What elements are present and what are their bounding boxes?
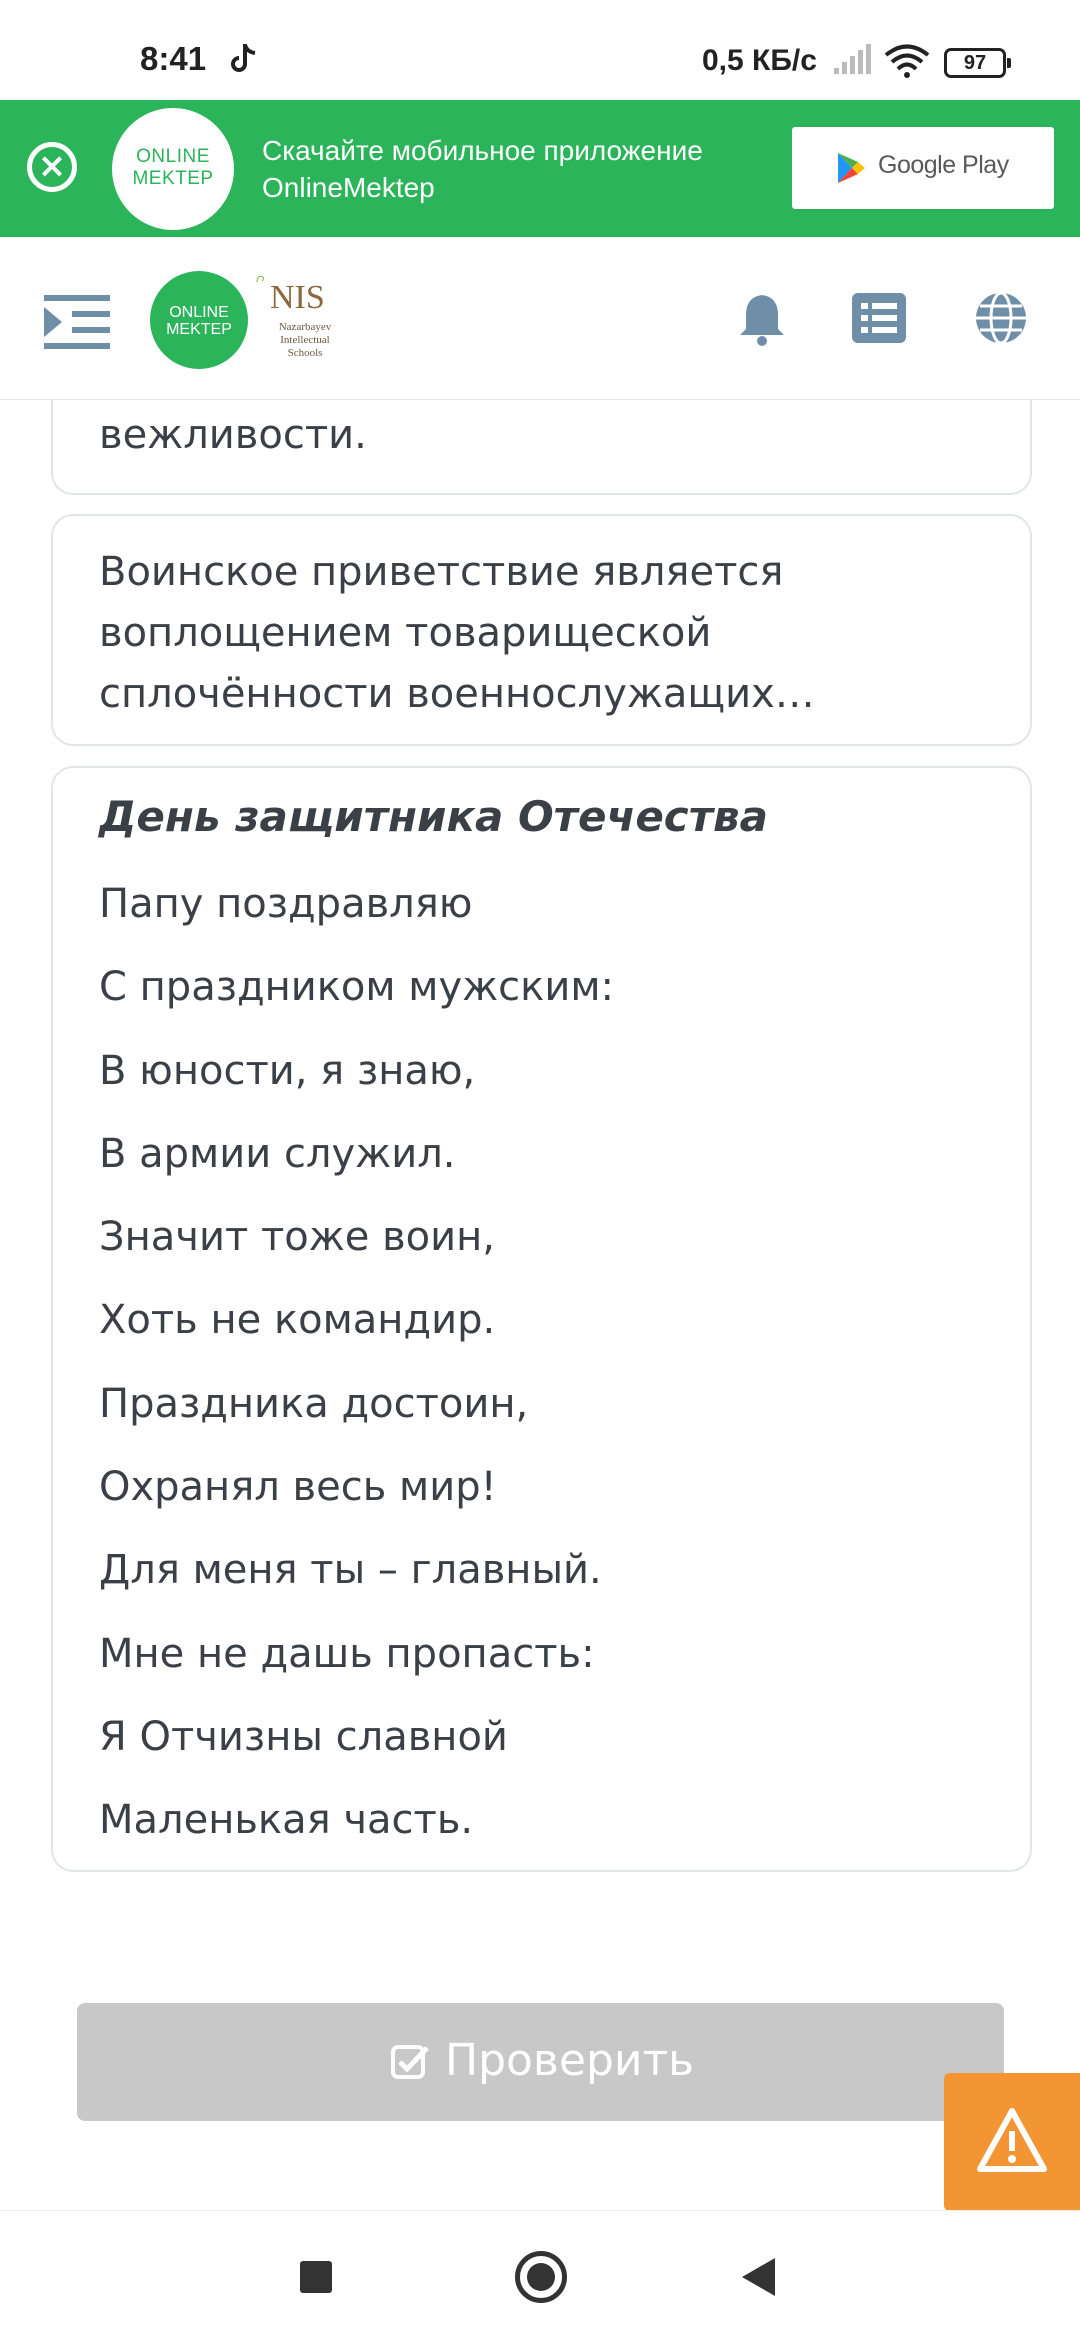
onlinemektep-logo: ONLINE MEKTEP — [112, 108, 234, 230]
banner-text: Скачайте мобильное приложение OnlineMekt… — [262, 135, 703, 203]
check-button-label: Проверить — [445, 2035, 695, 2086]
back-icon[interactable] — [742, 2258, 775, 2296]
google-play-icon — [838, 153, 865, 183]
report-problem-button[interactable] — [944, 2073, 1080, 2211]
globe-icon[interactable] — [974, 291, 1028, 345]
nis-subtitle: Nazarbayev Intellectual Schools — [278, 321, 332, 359]
answer-card[interactable]: … вежливости. — [51, 400, 1032, 495]
poem-line: Мне не дашь пропасть: — [99, 1630, 595, 1677]
poem-line: С праздником мужским: — [99, 964, 614, 1011]
signal-icon — [834, 44, 871, 74]
status-bar: 8:41 0,5 КБ/с 97 — [0, 0, 1080, 100]
poem-line: Папу поздравляю — [99, 881, 473, 927]
close-icon[interactable]: × — [27, 142, 77, 192]
answer-card[interactable]: Воинское приветствие является воплощение… — [51, 514, 1032, 746]
poem-line: Хоть не командир. — [99, 1297, 496, 1344]
poem-line: Охранял весь мир! — [99, 1464, 497, 1511]
battery-icon: 97 — [944, 48, 1011, 78]
logo-line1: ONLINE — [169, 304, 229, 321]
network-speed: 0,5 КБ/с — [702, 44, 817, 77]
logo-line2: MEKTEP — [132, 168, 214, 189]
bell-icon[interactable] — [736, 291, 788, 347]
poem-line: Маленькая часть. — [99, 1797, 474, 1844]
app-install-banner: × ONLINE MEKTEP Скачайте мобильное прило… — [0, 100, 1080, 237]
poem-title: День защитника Отечества — [99, 792, 768, 841]
poem-line: Праздника достоин, — [99, 1380, 529, 1427]
card-text: вежливости. — [99, 412, 367, 458]
poem-card[interactable]: День защитника Отечества Папу поздравляю… — [51, 766, 1032, 1872]
onlinemektep-logo[interactable]: ONLINE MEKTEP — [150, 271, 248, 369]
card-text: Воинское приветствие является воплощение… — [99, 549, 815, 717]
logo-line1: ONLINE — [136, 146, 210, 167]
google-play-label: Google Play — [878, 151, 1009, 179]
home-icon[interactable] — [515, 2251, 567, 2303]
content-area: … вежливости. Воинское приветствие являе… — [0, 400, 1080, 2210]
poem-line: В армии служил. — [99, 1130, 456, 1177]
wifi-icon — [884, 44, 930, 78]
status-time: 8:41 — [140, 40, 207, 77]
tiktok-icon — [231, 44, 256, 72]
google-play-button[interactable]: Google Play — [792, 127, 1054, 209]
checkbox-icon — [391, 2045, 429, 2079]
system-nav-bar — [0, 2210, 1080, 2340]
poem-line: В юности, я знаю, — [99, 1047, 476, 1094]
poem-lines: Папу поздравляю С праздником мужским: В … — [99, 874, 614, 1874]
recent-apps-icon[interactable] — [300, 2261, 332, 2293]
poem-line: Значит тоже воин, — [99, 1214, 495, 1261]
list-icon[interactable] — [852, 293, 906, 343]
site-header: ONLINE MEKTEP NIS Nazarbayev Intellectua… — [0, 237, 1080, 400]
menu-icon[interactable] — [42, 287, 112, 357]
poem-line: Для меня ты – главный. — [99, 1547, 602, 1594]
warning-icon — [977, 2108, 1047, 2172]
logo-line2: MEKTEP — [166, 321, 232, 338]
nis-title: NIS — [270, 279, 325, 316]
check-button[interactable]: Проверить — [77, 2003, 1004, 2121]
poem-line: Я Отчизны славной — [99, 1713, 508, 1760]
